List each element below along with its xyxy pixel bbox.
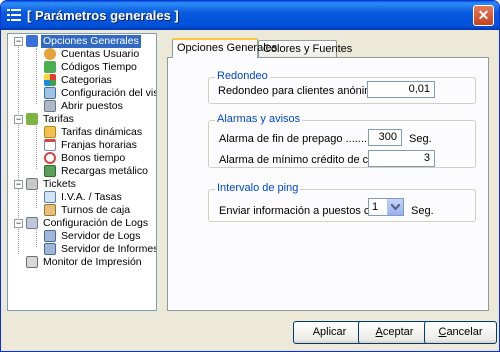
tab-opciones-generales[interactable]: Opciones Generales xyxy=(172,38,277,58)
categories-icon xyxy=(44,74,56,86)
rates-icon xyxy=(26,113,38,125)
window-title: [ Parámetros generales ] xyxy=(27,8,179,23)
open-icon xyxy=(44,100,56,112)
tickets-icon xyxy=(26,178,38,190)
prepago-unit: Seg. xyxy=(409,133,432,145)
title-bar[interactable]: [ Parámetros generales ] ✕ xyxy=(1,1,499,30)
aplicar-button[interactable]: Aplicar xyxy=(293,321,366,344)
printer-icon xyxy=(26,256,38,268)
dynamic-rates-icon xyxy=(44,126,56,138)
close-icon: ✕ xyxy=(477,7,490,23)
prepago-input[interactable]: 300 xyxy=(368,129,402,146)
parametros-window: [ Parámetros generales ] ✕ − − − − Opcio… xyxy=(0,0,500,352)
settings-icon xyxy=(26,35,38,47)
monitor-icon xyxy=(44,87,56,99)
tree-collapse-toggle[interactable]: − xyxy=(14,219,23,228)
cashbox-icon xyxy=(44,204,56,216)
redondeo-group: Redondeo Redondeo para clientes anónimos… xyxy=(208,70,476,104)
list-icon xyxy=(7,9,21,21)
codes-icon xyxy=(44,61,56,73)
tree-collapse-toggle[interactable]: − xyxy=(14,37,23,46)
redondeo-title: Redondeo xyxy=(215,70,270,82)
aceptar-button[interactable]: Aceptar xyxy=(358,321,431,344)
server-icon xyxy=(44,230,56,242)
tab-panel: Redondeo Redondeo para clientes anónimos… xyxy=(167,57,489,311)
tree-collapse-toggle[interactable]: − xyxy=(14,180,23,189)
redondeo-input[interactable]: 0,01 xyxy=(367,81,435,98)
chevron-down-icon[interactable] xyxy=(387,199,403,215)
options-tree[interactable]: − − − − Opciones Generales Cuentas Usuar… xyxy=(7,33,157,311)
money-icon xyxy=(44,165,56,177)
users-icon xyxy=(44,48,56,60)
tree-collapse-toggle[interactable]: − xyxy=(14,115,23,124)
prepago-label: Alarma de fin de prepago .............. xyxy=(219,133,389,145)
alarmas-group: Alarmas y avisos Alarma de fin de prepag… xyxy=(208,113,476,168)
clock-icon xyxy=(44,152,56,164)
ping-select[interactable]: 1 xyxy=(368,198,404,216)
server-icon xyxy=(44,243,56,255)
tax-icon xyxy=(44,191,56,203)
cancelar-button[interactable]: Cancelar xyxy=(424,321,497,344)
credito-input[interactable]: 3 xyxy=(368,150,435,167)
ping-title: Intervalo de ping xyxy=(215,182,301,194)
close-button[interactable]: ✕ xyxy=(473,5,494,26)
calendar-icon xyxy=(44,139,56,151)
ping-group: Intervalo de ping Enviar información a p… xyxy=(208,182,476,222)
alarmas-title: Alarmas y avisos xyxy=(215,113,303,125)
ping-unit: Seg. xyxy=(411,205,434,217)
logs-icon xyxy=(26,217,38,229)
